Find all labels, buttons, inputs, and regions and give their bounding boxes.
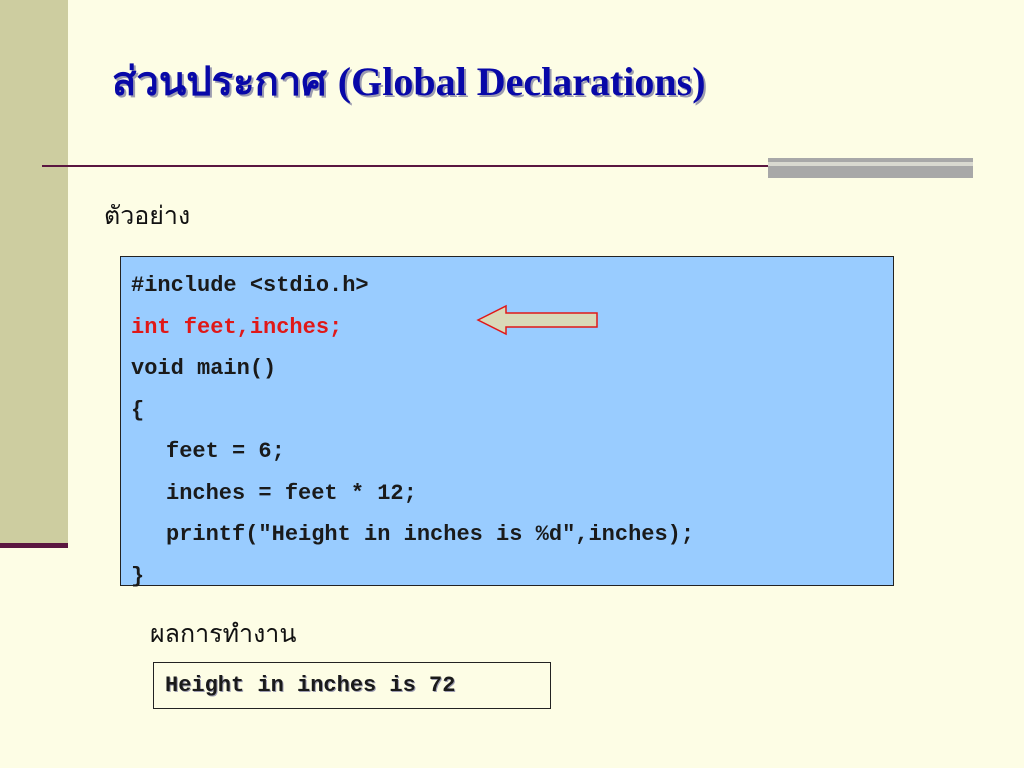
example-label: ตัวอย่าง [104, 201, 191, 230]
code-line: { [131, 397, 145, 423]
program-output-box: Height in inches is 72 [153, 662, 551, 709]
slide-title-latin: (Global Declarations) [337, 59, 706, 104]
side-decoration-underline [0, 543, 68, 548]
code-line: feet = 6; [166, 439, 285, 464]
left-arrow-shape [476, 304, 598, 336]
slide-title: ส่วนประกาศ (Global Declarations) [112, 59, 706, 105]
code-line: void main() [131, 356, 277, 381]
slide-title-thai: ส่วนประกาศ [112, 59, 327, 105]
title-divider-bar [768, 158, 973, 178]
code-line: } [131, 563, 145, 589]
code-line: inches = feet * 12; [166, 480, 417, 506]
code-line: #include <stdio.h> [131, 273, 369, 298]
code-line: printf("Height in inches is %d",inches); [166, 522, 695, 547]
left-arrow-icon [476, 304, 598, 336]
side-decoration-strip [0, 0, 68, 545]
result-label: ผลการทำงาน [150, 619, 297, 648]
